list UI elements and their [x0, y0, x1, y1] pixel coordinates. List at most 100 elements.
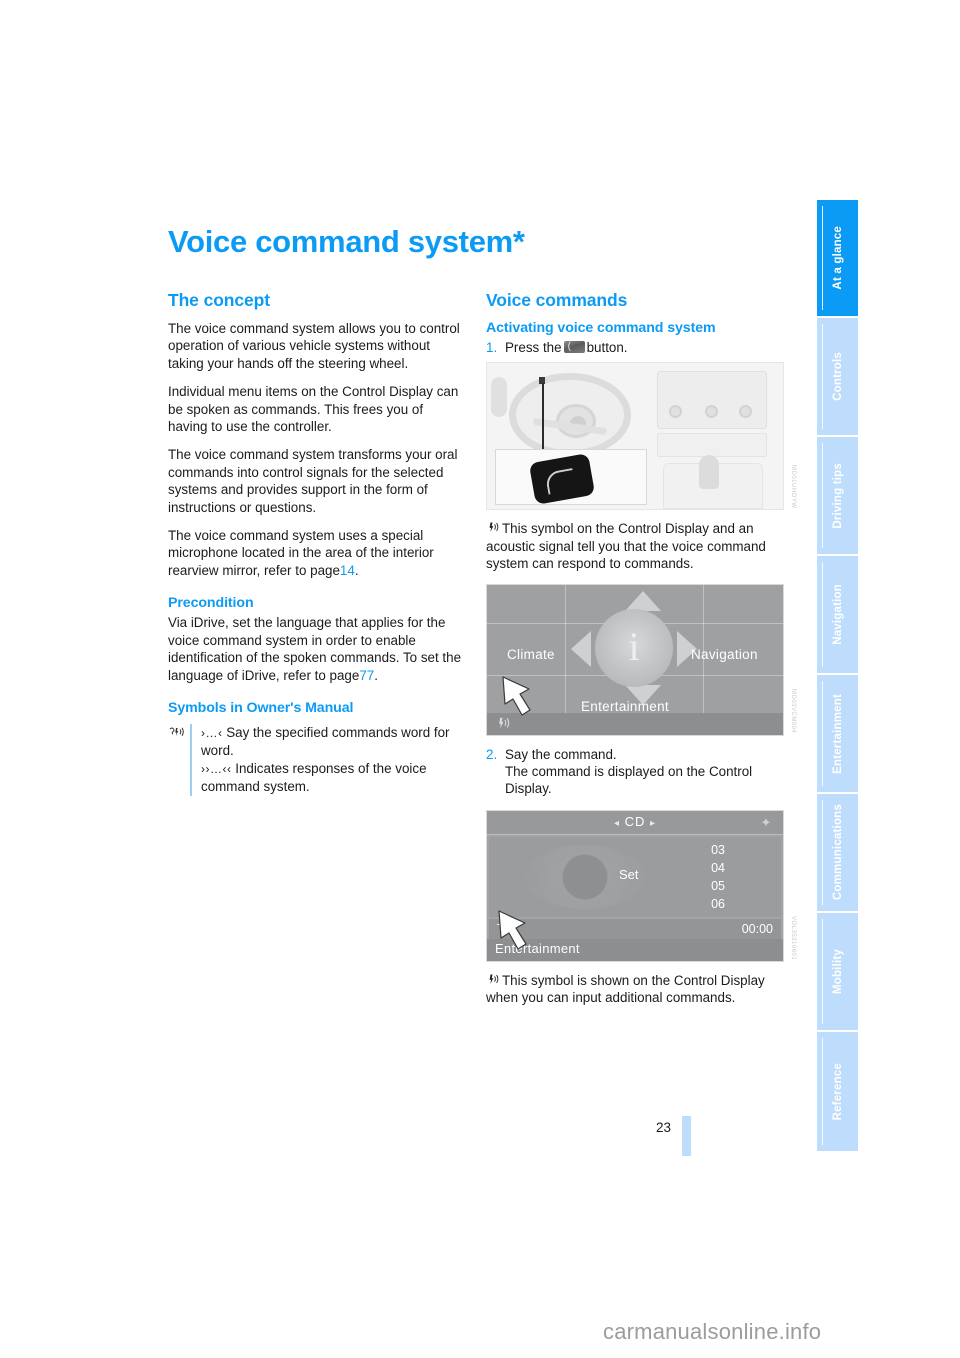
- sidebar-tab-label: Driving tips: [831, 462, 844, 529]
- symbols-note-block: ›…‹ Say the specified commands word for …: [168, 723, 462, 796]
- figure-idrive-code: MD03VCM004: [790, 689, 796, 734]
- sidebar-tab-navigation[interactable]: Navigation: [817, 556, 858, 675]
- step-2-text: Say the command. The command is displaye…: [505, 746, 784, 798]
- idrive-menu-climate[interactable]: Climate: [507, 647, 555, 662]
- paragraph-microphone-period: .: [354, 562, 359, 578]
- note-voice-symbol-1-text: This symbol on the Control Display and a…: [486, 521, 766, 572]
- step-1-text: Press the button.: [505, 338, 784, 356]
- step-2: 2. Say the command. The command is displ…: [486, 746, 784, 798]
- sidebar-tab-reference[interactable]: Reference: [817, 1032, 858, 1151]
- figure-cd-screen: ◂ CD ▸ ✦ Set 03 04 05 06 Tr.: [486, 809, 796, 962]
- paragraph-concept-3: The voice command system transforms your…: [168, 447, 458, 515]
- symbol-line-2: Indicates responses of the voice command…: [201, 760, 427, 795]
- step-2-line-1: Say the command.: [505, 746, 617, 762]
- paragraph-microphone-text: The voice command system uses a special …: [168, 528, 434, 578]
- sidebar-tab-label: Controls: [831, 352, 844, 401]
- sidebar-tab-entertainment[interactable]: Entertainment: [817, 675, 858, 794]
- center-console-display: [657, 371, 767, 430]
- voice-button-icon: [563, 338, 585, 355]
- paragraph-concept-1: The voice command system allows you to c…: [168, 321, 460, 371]
- gear-shifter: [699, 455, 719, 490]
- precondition-period: .: [374, 667, 378, 683]
- idrive-menu-navigation[interactable]: Navigation: [691, 647, 758, 662]
- sidebar-tab-label: At a glance: [831, 226, 844, 290]
- sidebar-tab-communications[interactable]: Communications: [817, 794, 858, 913]
- note-voice-symbol-2-text: This symbol is shown on the Control Disp…: [486, 972, 765, 1006]
- voice-button-callout-box: [495, 449, 647, 506]
- subsection-activating-heading: Activating voice command system: [486, 320, 716, 336]
- callout-leader-line: [542, 383, 544, 456]
- cd-elapsed-time: 00:00: [741, 921, 773, 936]
- symbol-quote-single: ›…‹: [201, 725, 223, 740]
- note-accent-bar: [190, 723, 192, 796]
- watermark-text: carmanualsonline.info: [603, 1319, 822, 1344]
- idrive-menu-entertainment[interactable]: Entertainment: [581, 699, 669, 714]
- note-voice-symbol-1: This symbol on the Control Display and a…: [486, 520, 784, 572]
- note-voice-symbol-2: This symbol is shown on the Control Disp…: [486, 972, 784, 1007]
- cd-prev-arrow-icon[interactable]: ◂: [614, 818, 620, 829]
- step-1-number: 1.: [486, 340, 498, 355]
- symbol-line-1: Say the specified commands word for word…: [201, 724, 450, 759]
- sidebar-tab-label: Reference: [831, 1062, 844, 1121]
- sidebar-tab-at-a-glance[interactable]: At a glance: [817, 200, 858, 318]
- voice-command-symbol-icon: [168, 724, 190, 796]
- cd-controller-icon: ✦: [760, 814, 772, 830]
- section-title-voice-commands: Voice commands: [486, 290, 628, 310]
- pointer-arrow-icon: [499, 673, 539, 719]
- figure-dashboard-code: MD01UHOYW: [790, 464, 796, 509]
- sidebar-tab-mobility[interactable]: Mobility: [817, 913, 858, 1032]
- left-air-vent: [491, 377, 507, 418]
- idrive-main-menu-screen: Climate Navigation Entertainment: [486, 583, 784, 736]
- paragraph-concept-2: Individual menu items on the Control Dis…: [168, 384, 459, 435]
- sidebar-tab-label: Communications: [831, 804, 844, 901]
- steering-wheel-graphic: [509, 373, 631, 458]
- symbol-quote-double: ››…‹‹: [201, 761, 232, 776]
- cd-track-list: 03 04 05 06: [711, 841, 725, 913]
- paragraph-precondition: Via iDrive, set the language that applie…: [168, 614, 462, 684]
- sidebar-tab-controls[interactable]: Controls: [817, 318, 858, 437]
- cd-track-item[interactable]: 04: [711, 859, 725, 877]
- pointer-arrow-icon: [495, 907, 535, 953]
- cd-set-label: Set: [619, 866, 639, 882]
- symbols-note-text: ›…‹ Say the specified commands word for …: [201, 724, 462, 796]
- cd-track-item[interactable]: 05: [711, 877, 725, 895]
- step-2-line-2: The command is displayed on the Control …: [505, 764, 753, 797]
- sidebar-tab-driving-tips[interactable]: Driving tips: [817, 437, 858, 556]
- manual-page: Voice command system* The concept The vo…: [0, 0, 960, 1358]
- page-reference-14[interactable]: 14: [340, 563, 355, 578]
- sidebar-tab-label: Entertainment: [831, 693, 844, 774]
- step-2-number: 2.: [486, 746, 498, 762]
- voice-command-symbol-icon: [486, 973, 499, 987]
- step-1: 1. Press the button.: [486, 338, 784, 356]
- cd-track-item[interactable]: 06: [711, 895, 725, 913]
- voice-command-symbol-icon: [486, 521, 499, 535]
- page-title: Voice command system*: [168, 224, 525, 259]
- right-column: Voice commands Activating voice command …: [486, 290, 796, 1018]
- page-reference-77[interactable]: 77: [359, 668, 374, 683]
- center-console-buttons: [657, 433, 767, 458]
- idrive-arrow-left-icon: [571, 630, 591, 667]
- cd-source-title: ◂ CD ▸: [487, 814, 783, 829]
- paragraph-microphone-ref: The voice command system uses a special …: [168, 527, 462, 579]
- step-1-text-after: button.: [586, 340, 628, 355]
- chapter-tabs-sidebar: At a glance Controls Driving tips Naviga…: [817, 200, 858, 1151]
- sidebar-tab-label: Mobility: [831, 948, 844, 995]
- cd-next-arrow-icon[interactable]: ▸: [650, 818, 656, 829]
- page-number-bar: [682, 1116, 691, 1156]
- subsection-precondition-heading: Precondition: [168, 595, 254, 612]
- cd-source-label: CD: [624, 813, 646, 829]
- idrive-center-info-icon[interactable]: [595, 608, 673, 687]
- figure-cd-code: VOL35310601: [790, 915, 796, 960]
- sidebar-tab-label: Navigation: [831, 584, 844, 645]
- steering-wheel-dashboard-photo: [486, 362, 784, 511]
- subsection-symbols-heading: Symbols in Owner's Manual: [168, 699, 354, 716]
- idrive-arrow-up-icon: [625, 590, 661, 611]
- section-title-the-concept: The concept: [168, 290, 270, 310]
- cd-track-item[interactable]: 03: [711, 841, 725, 859]
- figure-dashboard: MD01UHOYW: [486, 362, 796, 511]
- cd-entertainment-screen: ◂ CD ▸ ✦ Set 03 04 05 06 Tr.: [486, 809, 784, 962]
- figure-idrive-menu: Climate Navigation Entertainment: [486, 583, 796, 736]
- precondition-text: Via iDrive, set the language that applie…: [168, 615, 462, 683]
- step-1-text-before: Press the: [505, 340, 562, 355]
- left-column: The concept The voice command system all…: [168, 290, 462, 806]
